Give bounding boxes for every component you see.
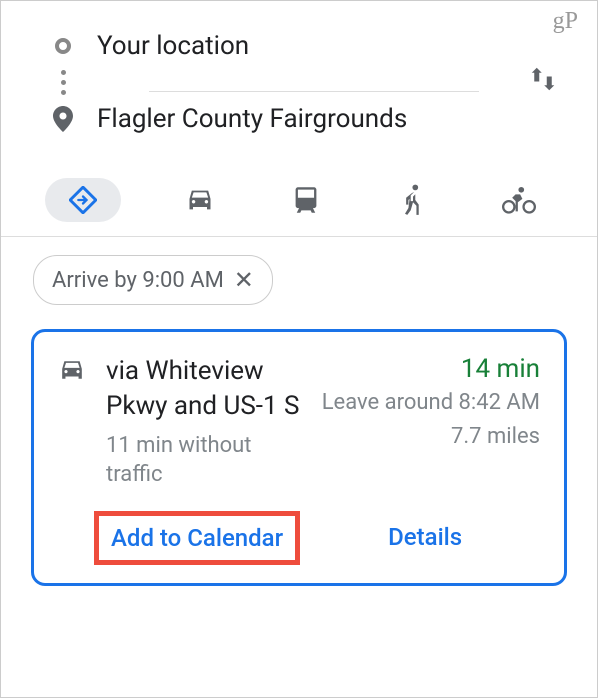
route-via-text: via Whiteview Pkwy and US-1 S: [106, 354, 306, 424]
destination-text[interactable]: Flagler County Fairgrounds: [97, 92, 569, 146]
route-distance: 7.7 miles: [322, 422, 540, 452]
arrive-by-chip[interactable]: Arrive by 9:00 AM ✕: [33, 255, 273, 305]
car-icon: [186, 187, 214, 213]
swap-icon: [528, 64, 558, 94]
route-sub-text: 11 min without traffic: [106, 432, 286, 489]
origin-text[interactable]: Your location: [97, 19, 569, 73]
car-icon: [58, 358, 86, 382]
swap-locations-button[interactable]: [525, 61, 561, 97]
destination-marker-icon: [49, 106, 77, 132]
bike-icon: [502, 186, 536, 214]
highlight-annotation: Add to Calendar: [94, 511, 300, 565]
waypoint-dots: [49, 73, 569, 91]
filters-row: Arrive by 9:00 AM ✕: [1, 237, 597, 323]
route-leave-time: Leave around 8:42 AM: [322, 388, 540, 418]
mode-transit[interactable]: [278, 178, 334, 222]
route-card[interactable]: via Whiteview Pkwy and US-1 S 11 min wit…: [31, 329, 567, 586]
directions-header: Your location Flagler County Fairgrounds: [1, 1, 597, 164]
route-duration: 14 min: [322, 354, 540, 384]
chip-label: Arrive by 9:00 AM: [52, 268, 224, 293]
destination-row[interactable]: Flagler County Fairgrounds: [49, 92, 569, 146]
transit-icon: [293, 185, 319, 215]
directions-icon: [69, 186, 97, 214]
route-mode-icon: [58, 354, 90, 489]
mode-directions[interactable]: [45, 178, 121, 222]
mode-cycling[interactable]: [491, 178, 547, 222]
add-to-calendar-button[interactable]: Add to Calendar: [111, 524, 283, 552]
origin-row[interactable]: Your location: [49, 19, 569, 73]
mode-walking[interactable]: [385, 178, 441, 222]
travel-modes: [1, 164, 597, 236]
walk-icon: [403, 184, 423, 216]
dots-vertical-icon: [61, 70, 66, 95]
mode-driving[interactable]: [172, 178, 228, 222]
close-icon[interactable]: ✕: [234, 266, 254, 294]
details-button[interactable]: Details: [388, 511, 462, 565]
origin-marker-icon: [49, 38, 77, 54]
